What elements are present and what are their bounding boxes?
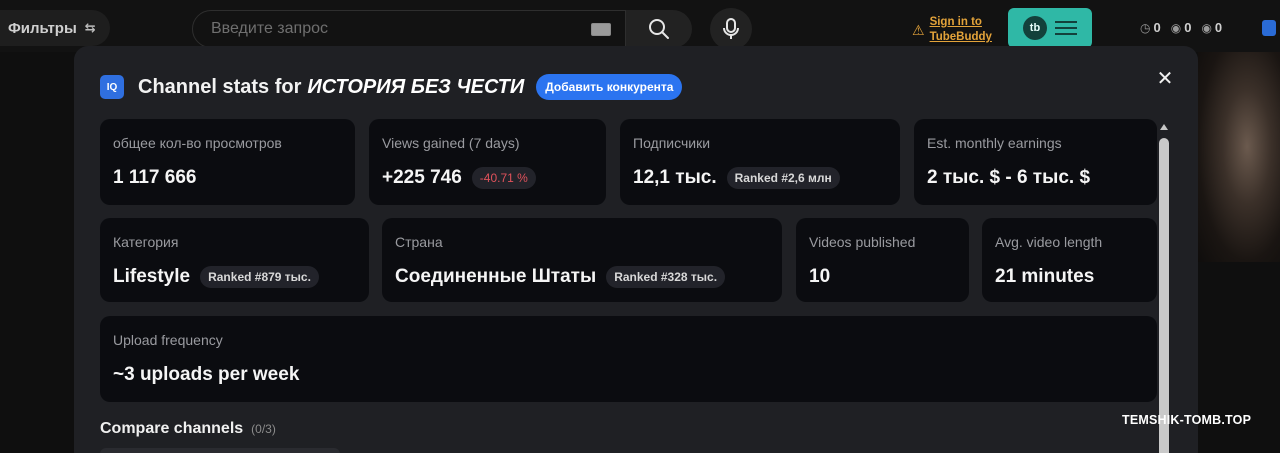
- clock-counter: ◷ 0: [1140, 20, 1161, 35]
- microphone-icon: [723, 18, 739, 39]
- earnings-value: 2 тыс. $ - 6 тыс. $: [927, 167, 1091, 188]
- views-gained-card: Views gained (7 days) +225 746 -40.71 %: [369, 119, 606, 205]
- search-button[interactable]: [626, 10, 692, 48]
- upload-frequency-card: Upload frequency ~3 uploads per week: [100, 316, 1157, 402]
- modal-title-prefix: Channel stats for: [138, 75, 302, 98]
- category-value: Lifestyle: [113, 266, 191, 287]
- earnings-label: Est. monthly earnings: [927, 135, 1062, 151]
- views-gained-value: +225 746: [382, 167, 462, 188]
- close-icon[interactable]: ✕: [1154, 68, 1176, 90]
- tune-icon: ⇆: [84, 20, 96, 35]
- channel-name: ИСТОРИЯ БЕЗ ЧЕСТИ: [307, 75, 525, 98]
- top-bar: Фильтры ⇆ ⚠ Sign in to TubeBuddy tb ◷ 0: [0, 0, 1280, 52]
- compare-channels-title: Compare channels: [100, 420, 244, 437]
- avg-video-length-label: Avg. video length: [995, 234, 1103, 250]
- keyboard-icon[interactable]: [591, 23, 611, 36]
- category-card: Категория Lifestyle Ranked #879 тыс.: [100, 218, 369, 302]
- scrollbar-thumb[interactable]: [1159, 138, 1169, 453]
- search-input[interactable]: [211, 20, 571, 38]
- watermark: TEMSHIK-TOMB.TOP: [1122, 413, 1252, 427]
- subscribers-label: Подписчики: [633, 135, 711, 151]
- total-views-label: общее кол-во просмотров: [113, 135, 282, 151]
- add-competitor-button[interactable]: Добавить конкурента: [536, 74, 683, 100]
- tubebuddy-menu-button[interactable]: tb: [1008, 8, 1092, 48]
- clock-counter-value: 0: [1153, 20, 1161, 35]
- compare-channel-input[interactable]: [100, 448, 340, 453]
- eye-counter: ◉ 0: [1171, 20, 1192, 35]
- country-card: Страна Соединенные Штаты Ranked #328 тыс…: [382, 218, 782, 302]
- avg-video-length-value: 21 minutes: [995, 266, 1095, 287]
- subscribers-value: 12,1 тыс.: [633, 167, 717, 188]
- clock-icon: ◷: [1140, 20, 1151, 35]
- videos-published-label: Videos published: [809, 234, 916, 250]
- upload-frequency-label: Upload frequency: [113, 332, 223, 348]
- search-box: [192, 10, 626, 48]
- eye-icon: ◉: [1170, 20, 1182, 35]
- tubebuddy-signin-link[interactable]: ⚠ Sign in to TubeBuddy: [912, 13, 992, 47]
- subscribers-rank-badge: Ranked #2,6 млн: [726, 167, 840, 189]
- filters-button[interactable]: Фильтры ⇆: [0, 10, 110, 46]
- modal-scrollbar[interactable]: [1159, 124, 1169, 453]
- extension-icon[interactable]: [1262, 20, 1276, 36]
- filters-label: Фильтры: [8, 19, 77, 37]
- eye-icon: ◉: [1201, 20, 1212, 35]
- modal-header: IQ Channel stats for ИСТОРИЯ БЕЗ ЧЕСТИ Д…: [100, 74, 683, 100]
- vidiq-logo-icon: IQ: [100, 75, 124, 99]
- eye-counter-value: 0: [1184, 20, 1192, 35]
- warning-icon: ⚠: [912, 21, 925, 38]
- videos-published-card: Videos published 10: [796, 218, 969, 302]
- scroll-up-arrow-icon[interactable]: [1160, 124, 1168, 130]
- stats-counters: ◷ 0 ◉ 0 ◉ 0: [1140, 20, 1222, 35]
- compare-channels-heading: Compare channels (0/3): [100, 420, 276, 438]
- search-icon: [649, 19, 669, 39]
- earnings-card: Est. monthly earnings 2 тыс. $ - 6 тыс. …: [914, 119, 1157, 205]
- subscribers-card: Подписчики 12,1 тыс. Ranked #2,6 млн: [620, 119, 900, 205]
- hamburger-menu-icon: [1055, 21, 1077, 35]
- views-change-badge: -40.71 %: [471, 167, 536, 189]
- total-views-value: 1 117 666: [113, 167, 197, 188]
- voice-search-button[interactable]: [710, 8, 752, 50]
- video-thumbnail[interactable]: [1198, 52, 1280, 262]
- country-value: Соединенные Штаты: [395, 266, 597, 287]
- views-gained-label: Views gained (7 days): [382, 135, 520, 151]
- avg-video-length-card: Avg. video length 21 minutes: [982, 218, 1157, 302]
- category-rank-badge: Ranked #879 тыс.: [200, 266, 319, 288]
- eye-counter-secondary-value: 0: [1214, 20, 1223, 35]
- channel-stats-modal: IQ Channel stats for ИСТОРИЯ БЕЗ ЧЕСТИ Д…: [74, 46, 1198, 453]
- country-rank-badge: Ranked #328 тыс.: [606, 266, 726, 288]
- country-label: Страна: [395, 234, 443, 250]
- tubebuddy-signin-label: Sign in to TubeBuddy: [929, 16, 992, 43]
- eye-counter-secondary: ◉ 0: [1201, 20, 1222, 35]
- compare-channels-count: (0/3): [251, 422, 276, 436]
- upload-frequency-value: ~3 uploads per week: [113, 364, 300, 385]
- tubebuddy-logo-icon: tb: [1023, 16, 1047, 40]
- total-views-card: общее кол-во просмотров 1 117 666: [100, 119, 355, 205]
- category-label: Категория: [113, 234, 179, 250]
- videos-published-value: 10: [809, 266, 831, 287]
